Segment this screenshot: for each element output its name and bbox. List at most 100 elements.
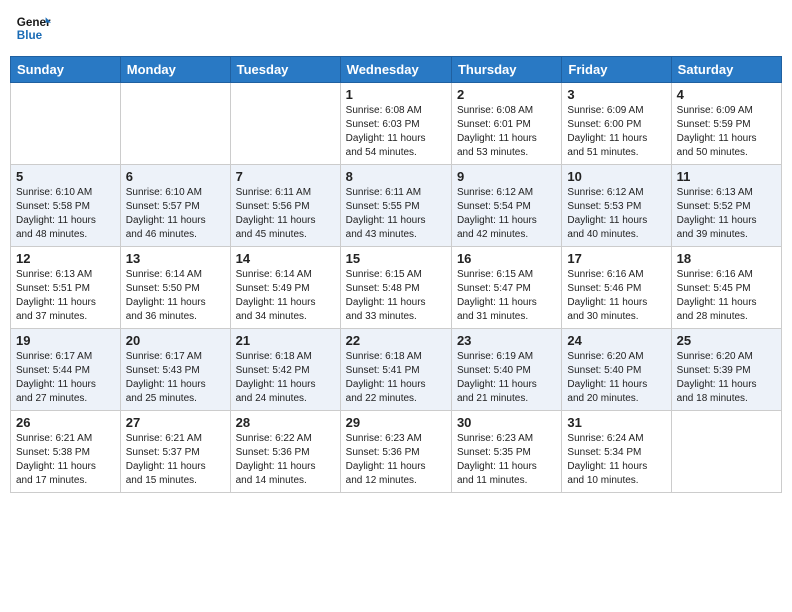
day-info: Sunrise: 6:12 AM Sunset: 5:54 PM Dayligh… xyxy=(457,186,556,242)
calendar-cell: 22 Sunrise: 6:18 AM Sunset: 5:41 PM Dayli… xyxy=(340,329,451,411)
calendar-cell: 20Sunrise: 6:17 AM Sunset: 5:43 PM Dayli… xyxy=(120,329,230,411)
day-info: Sunrise: 6:19 AM Sunset: 5:40 PM Dayligh… xyxy=(457,350,556,406)
day-number: 7 xyxy=(236,169,335,184)
calendar-cell: 2 Sunrise: 6:08 AM Sunset: 6:01 PM Daylig… xyxy=(451,83,561,165)
day-number: 21 xyxy=(236,333,335,348)
calendar-cell: 26 Sunrise: 6:21 AM Sunset: 5:38 PM Dayli… xyxy=(11,411,121,493)
day-number: 12 xyxy=(16,251,115,266)
day-of-week-header: Sunday xyxy=(11,57,121,83)
day-number: 22 xyxy=(346,333,446,348)
day-info: Sunrise: 6:13 AM Sunset: 5:51 PM Dayligh… xyxy=(16,268,115,324)
day-of-week-header: Thursday xyxy=(451,57,561,83)
calendar-cell: 19Sunrise: 6:17 AM Sunset: 5:44 PM Dayli… xyxy=(11,329,121,411)
calendar-cell: 13 Sunrise: 6:14 AM Sunset: 5:50 PM Dayli… xyxy=(120,247,230,329)
day-info: Sunrise: 6:18 AM Sunset: 5:41 PM Dayligh… xyxy=(346,350,446,406)
calendar-week-row: 26 Sunrise: 6:21 AM Sunset: 5:38 PM Dayli… xyxy=(11,411,782,493)
calendar-cell: 28 Sunrise: 6:22 AM Sunset: 5:36 PM Dayli… xyxy=(230,411,340,493)
day-info: Sunrise: 6:15 AM Sunset: 5:48 PM Dayligh… xyxy=(346,268,446,324)
calendar-week-row: 1Sunrise: 6:08 AM Sunset: 6:03 PM Daylig… xyxy=(11,83,782,165)
day-info: Sunrise: 6:18 AM Sunset: 5:42 PM Dayligh… xyxy=(236,350,335,406)
day-number: 23 xyxy=(457,333,556,348)
day-number: 16 xyxy=(457,251,556,266)
day-info: Sunrise: 6:21 AM Sunset: 5:38 PM Dayligh… xyxy=(16,432,115,488)
calendar-cell xyxy=(11,83,121,165)
day-info: Sunrise: 6:17 AM Sunset: 5:43 PM Dayligh… xyxy=(126,350,225,406)
day-number: 14 xyxy=(236,251,335,266)
calendar-cell: 30 Sunrise: 6:23 AM Sunset: 5:35 PM Dayli… xyxy=(451,411,561,493)
day-number: 5 xyxy=(16,169,115,184)
calendar-cell xyxy=(120,83,230,165)
calendar-cell: 27 Sunrise: 6:21 AM Sunset: 5:37 PM Dayli… xyxy=(120,411,230,493)
day-info: Sunrise: 6:10 AM Sunset: 5:58 PM Dayligh… xyxy=(16,186,115,242)
day-info: Sunrise: 6:16 AM Sunset: 5:46 PM Dayligh… xyxy=(567,268,665,324)
day-number: 10 xyxy=(567,169,665,184)
calendar-cell: 16 Sunrise: 6:15 AM Sunset: 5:47 PM Dayli… xyxy=(451,247,561,329)
svg-text:Blue: Blue xyxy=(17,29,43,42)
calendar-cell: 14 Sunrise: 6:14 AM Sunset: 5:49 PM Dayli… xyxy=(230,247,340,329)
calendar-cell: 3Sunrise: 6:09 AM Sunset: 6:00 PM Daylig… xyxy=(562,83,671,165)
day-info: Sunrise: 6:22 AM Sunset: 5:36 PM Dayligh… xyxy=(236,432,335,488)
day-info: Sunrise: 6:15 AM Sunset: 5:47 PM Dayligh… xyxy=(457,268,556,324)
day-info: Sunrise: 6:20 AM Sunset: 5:40 PM Dayligh… xyxy=(567,350,665,406)
day-number: 27 xyxy=(126,415,225,430)
day-info: Sunrise: 6:11 AM Sunset: 5:56 PM Dayligh… xyxy=(236,186,335,242)
day-info: Sunrise: 6:12 AM Sunset: 5:53 PM Dayligh… xyxy=(567,186,665,242)
day-number: 17 xyxy=(567,251,665,266)
calendar-cell: 18 Sunrise: 6:16 AM Sunset: 5:45 PM Dayli… xyxy=(671,247,781,329)
calendar-cell: 21 Sunrise: 6:18 AM Sunset: 5:42 PM Dayli… xyxy=(230,329,340,411)
calendar-week-row: 19Sunrise: 6:17 AM Sunset: 5:44 PM Dayli… xyxy=(11,329,782,411)
day-number: 30 xyxy=(457,415,556,430)
day-number: 24 xyxy=(567,333,665,348)
day-number: 3 xyxy=(567,87,665,102)
day-info: Sunrise: 6:24 AM Sunset: 5:34 PM Dayligh… xyxy=(567,432,665,488)
calendar-week-row: 12 Sunrise: 6:13 AM Sunset: 5:51 PM Dayli… xyxy=(11,247,782,329)
calendar-cell: 29Sunrise: 6:23 AM Sunset: 5:36 PM Dayli… xyxy=(340,411,451,493)
day-number: 13 xyxy=(126,251,225,266)
day-number: 2 xyxy=(457,87,556,102)
calendar-cell: 23 Sunrise: 6:19 AM Sunset: 5:40 PM Dayli… xyxy=(451,329,561,411)
day-info: Sunrise: 6:21 AM Sunset: 5:37 PM Dayligh… xyxy=(126,432,225,488)
calendar-cell: 24 Sunrise: 6:20 AM Sunset: 5:40 PM Dayli… xyxy=(562,329,671,411)
day-info: Sunrise: 6:14 AM Sunset: 5:50 PM Dayligh… xyxy=(126,268,225,324)
calendar-cell: 31 Sunrise: 6:24 AM Sunset: 5:34 PM Dayli… xyxy=(562,411,671,493)
logo-icon: General Blue xyxy=(15,10,51,46)
day-of-week-header: Tuesday xyxy=(230,57,340,83)
day-info: Sunrise: 6:16 AM Sunset: 5:45 PM Dayligh… xyxy=(677,268,776,324)
day-info: Sunrise: 6:17 AM Sunset: 5:44 PM Dayligh… xyxy=(16,350,115,406)
calendar-cell: 7 Sunrise: 6:11 AM Sunset: 5:56 PM Daylig… xyxy=(230,165,340,247)
day-number: 4 xyxy=(677,87,776,102)
day-number: 31 xyxy=(567,415,665,430)
calendar-cell xyxy=(230,83,340,165)
day-of-week-header: Wednesday xyxy=(340,57,451,83)
calendar-cell: 6 Sunrise: 6:10 AM Sunset: 5:57 PM Daylig… xyxy=(120,165,230,247)
day-info: Sunrise: 6:10 AM Sunset: 5:57 PM Dayligh… xyxy=(126,186,225,242)
calendar-cell: 11Sunrise: 6:13 AM Sunset: 5:52 PM Dayli… xyxy=(671,165,781,247)
day-number: 26 xyxy=(16,415,115,430)
day-of-week-header: Friday xyxy=(562,57,671,83)
day-number: 6 xyxy=(126,169,225,184)
day-number: 18 xyxy=(677,251,776,266)
day-number: 9 xyxy=(457,169,556,184)
calendar-cell: 9 Sunrise: 6:12 AM Sunset: 5:54 PM Daylig… xyxy=(451,165,561,247)
calendar-cell: 8 Sunrise: 6:11 AM Sunset: 5:55 PM Daylig… xyxy=(340,165,451,247)
day-number: 1 xyxy=(346,87,446,102)
day-info: Sunrise: 6:20 AM Sunset: 5:39 PM Dayligh… xyxy=(677,350,776,406)
day-info: Sunrise: 6:23 AM Sunset: 5:35 PM Dayligh… xyxy=(457,432,556,488)
calendar-cell xyxy=(671,411,781,493)
day-number: 29 xyxy=(346,415,446,430)
day-number: 8 xyxy=(346,169,446,184)
calendar-cell: 15 Sunrise: 6:15 AM Sunset: 5:48 PM Dayli… xyxy=(340,247,451,329)
day-info: Sunrise: 6:08 AM Sunset: 6:01 PM Dayligh… xyxy=(457,104,556,160)
calendar-cell: 4 Sunrise: 6:09 AM Sunset: 5:59 PM Daylig… xyxy=(671,83,781,165)
day-info: Sunrise: 6:14 AM Sunset: 5:49 PM Dayligh… xyxy=(236,268,335,324)
day-info: Sunrise: 6:09 AM Sunset: 5:59 PM Dayligh… xyxy=(677,104,776,160)
day-number: 28 xyxy=(236,415,335,430)
calendar-cell: 12 Sunrise: 6:13 AM Sunset: 5:51 PM Dayli… xyxy=(11,247,121,329)
day-number: 15 xyxy=(346,251,446,266)
calendar-cell: 10 Sunrise: 6:12 AM Sunset: 5:53 PM Dayli… xyxy=(562,165,671,247)
day-of-week-header: Monday xyxy=(120,57,230,83)
day-number: 11 xyxy=(677,169,776,184)
day-info: Sunrise: 6:11 AM Sunset: 5:55 PM Dayligh… xyxy=(346,186,446,242)
logo: General Blue xyxy=(15,10,55,46)
calendar-cell: 5 Sunrise: 6:10 AM Sunset: 5:58 PM Daylig… xyxy=(11,165,121,247)
